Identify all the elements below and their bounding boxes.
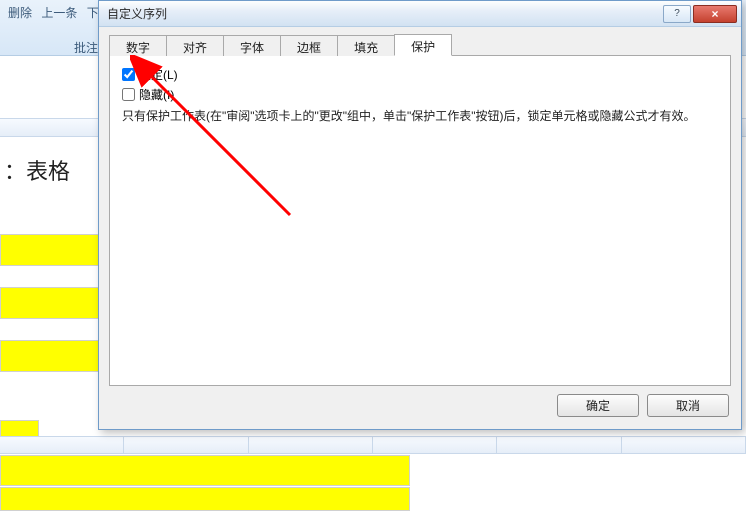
ok-button[interactable]: 确定 xyxy=(557,394,639,417)
tab-content-protect: 锁定(L) 隐藏(I) 只有保护工作表(在"审阅"选项卡上的"更改"组中，单击"… xyxy=(109,55,731,386)
column-headers-lower xyxy=(0,436,746,454)
hide-checkbox-row[interactable]: 隐藏(I) xyxy=(122,86,718,103)
tab-strip: 数字 对齐 字体 边框 填充 保护 xyxy=(109,33,731,55)
delete-button[interactable]: 删除 xyxy=(8,6,32,20)
prev-button[interactable]: 上一条 xyxy=(41,6,77,20)
yellow-cell xyxy=(0,340,111,372)
protect-note: 只有保护工作表(在"审阅"选项卡上的"更改"组中，单击"保护工作表"按钮)后，锁… xyxy=(122,107,718,125)
tab-align[interactable]: 对齐 xyxy=(166,35,224,56)
help-button[interactable]: ? xyxy=(663,5,691,23)
yellow-cell xyxy=(0,234,111,266)
tab-font[interactable]: 字体 xyxy=(223,35,281,56)
format-cells-dialog: 自定义序列 ? × 数字 对齐 字体 边框 填充 保护 锁定(L) 隐藏(I) … xyxy=(98,0,742,430)
batch-annotation[interactable]: 批注 xyxy=(74,41,98,55)
tab-number[interactable]: 数字 xyxy=(109,35,167,56)
dialog-titlebar: 自定义序列 ? × xyxy=(99,1,741,27)
yellow-cell xyxy=(0,455,410,486)
lock-checkbox-row[interactable]: 锁定(L) xyxy=(122,66,718,83)
close-button[interactable]: × xyxy=(693,5,737,23)
lock-label: 锁定(L) xyxy=(139,66,178,83)
dialog-title: 自定义序列 xyxy=(107,5,661,22)
cancel-button[interactable]: 取消 xyxy=(647,394,729,417)
yellow-cell xyxy=(0,287,111,319)
sheet-text: ：表格 xyxy=(0,150,74,190)
yellow-cell xyxy=(0,487,410,511)
next-button-partial[interactable]: 下 xyxy=(87,6,99,20)
hide-checkbox[interactable] xyxy=(122,88,135,101)
lock-checkbox[interactable] xyxy=(122,68,135,81)
tab-border[interactable]: 边框 xyxy=(280,35,338,56)
dialog-body: 数字 对齐 字体 边框 填充 保护 锁定(L) 隐藏(I) 只有保护工作表(在"… xyxy=(99,27,741,429)
hide-label: 隐藏(I) xyxy=(139,86,174,103)
dialog-button-row: 确定 取消 xyxy=(109,386,731,421)
tab-fill[interactable]: 填充 xyxy=(337,35,395,56)
tab-protect[interactable]: 保护 xyxy=(394,34,452,56)
